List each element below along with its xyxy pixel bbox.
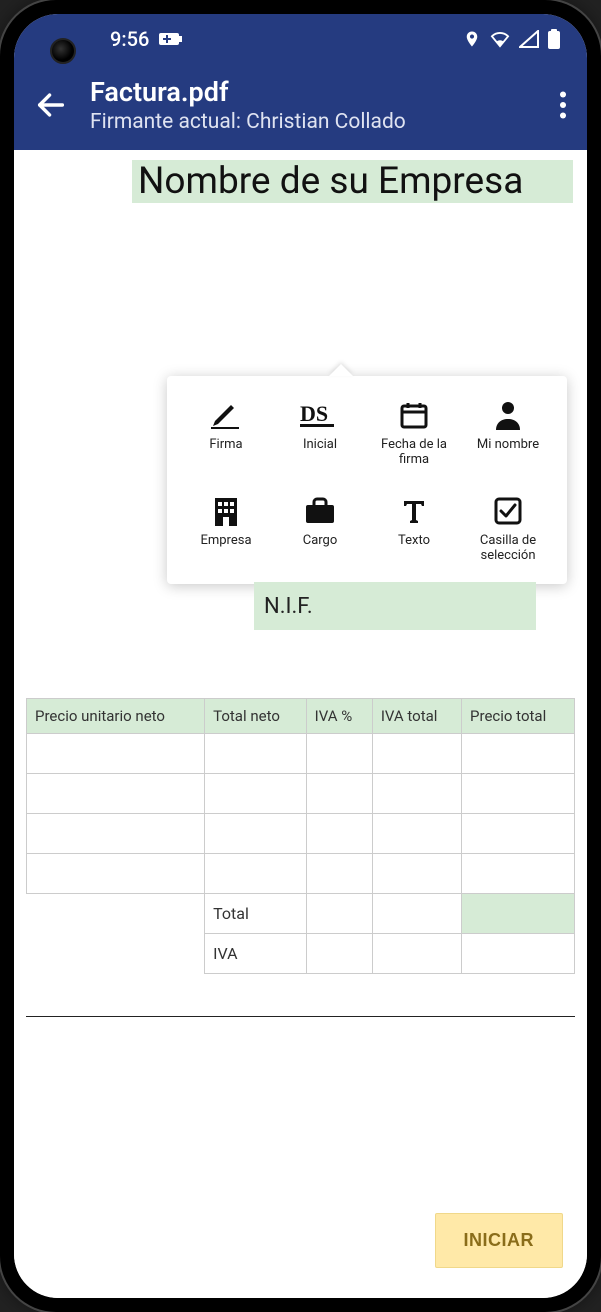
initial-icon: DS bbox=[300, 401, 340, 429]
back-arrow-icon[interactable] bbox=[34, 88, 68, 122]
wifi-icon bbox=[489, 30, 511, 48]
field-option-label: Cargo bbox=[303, 534, 338, 549]
field-option-text[interactable]: Texto bbox=[369, 494, 459, 564]
battery-saver-icon bbox=[159, 31, 183, 47]
total-label: Total bbox=[205, 894, 307, 934]
table-row bbox=[27, 854, 575, 894]
field-option-title[interactable]: Cargo bbox=[275, 494, 365, 564]
company-name-field[interactable]: Nombre de su Empresa bbox=[132, 160, 573, 203]
field-option-label: Inicial bbox=[303, 438, 337, 453]
col-header: IVA % bbox=[306, 699, 372, 734]
col-header: IVA total bbox=[372, 699, 461, 734]
calendar-icon bbox=[399, 400, 429, 430]
field-option-company[interactable]: Empresa bbox=[181, 494, 271, 564]
svg-text:DS: DS bbox=[300, 401, 328, 426]
briefcase-icon bbox=[304, 497, 336, 525]
divider-line bbox=[26, 1016, 575, 1017]
field-option-initial[interactable]: DS Inicial bbox=[275, 398, 365, 468]
app-bar: Factura.pdf Firmante actual: Christian C… bbox=[14, 64, 587, 150]
field-option-label: Fecha de la firma bbox=[372, 438, 456, 468]
nif-field[interactable]: N.I.F. bbox=[254, 582, 536, 630]
more-menu-icon[interactable] bbox=[559, 91, 567, 119]
field-option-date[interactable]: Fecha de la firma bbox=[369, 398, 459, 468]
field-option-label: Casilla de selección bbox=[466, 534, 550, 564]
table-header-row: Precio unitario neto Total neto IVA % IV… bbox=[27, 699, 575, 734]
status-bar: 9:56 bbox=[14, 14, 587, 64]
signal-icon bbox=[519, 30, 539, 48]
front-camera bbox=[50, 38, 76, 64]
col-header: Precio total bbox=[462, 699, 575, 734]
app-subtitle: Firmante actual: Christian Collado bbox=[90, 110, 537, 134]
field-option-myname[interactable]: Mi nombre bbox=[463, 398, 553, 468]
total-amount-cell[interactable] bbox=[462, 894, 575, 934]
document-viewport[interactable]: Nombre de su Empresa Firma DS Inicial Fe… bbox=[14, 150, 587, 1298]
field-option-label: Mi nombre bbox=[477, 438, 539, 453]
location-icon bbox=[463, 30, 481, 48]
start-button[interactable]: INICIAR bbox=[435, 1213, 564, 1268]
field-option-checkbox[interactable]: Casilla de selección bbox=[463, 494, 553, 564]
iva-label: IVA bbox=[205, 934, 307, 974]
field-option-signature[interactable]: Firma bbox=[181, 398, 271, 468]
field-option-label: Texto bbox=[398, 534, 430, 549]
table-row bbox=[27, 814, 575, 854]
signature-icon bbox=[209, 400, 243, 430]
building-icon bbox=[213, 496, 239, 526]
table-row bbox=[27, 734, 575, 774]
text-icon bbox=[400, 497, 428, 525]
checkbox-icon bbox=[493, 496, 523, 526]
field-option-label: Empresa bbox=[200, 534, 251, 549]
phone-frame: 9:56 Factura.pdf Firmante actual: Christ… bbox=[0, 0, 601, 1312]
status-time: 9:56 bbox=[110, 27, 149, 51]
col-header: Total neto bbox=[205, 699, 307, 734]
col-header: Precio unitario neto bbox=[27, 699, 205, 734]
field-type-popover: Firma DS Inicial Fecha de la firma Mi no… bbox=[167, 376, 567, 584]
phone-screen: 9:56 Factura.pdf Firmante actual: Christ… bbox=[14, 14, 587, 1298]
battery-icon bbox=[547, 29, 561, 49]
table-iva-row: IVA bbox=[27, 934, 575, 974]
app-title: Factura.pdf bbox=[90, 76, 537, 108]
table-row bbox=[27, 774, 575, 814]
table-total-row: Total bbox=[27, 894, 575, 934]
person-icon bbox=[494, 400, 522, 430]
field-option-label: Firma bbox=[209, 438, 242, 453]
invoice-table: Precio unitario neto Total neto IVA % IV… bbox=[26, 698, 575, 974]
